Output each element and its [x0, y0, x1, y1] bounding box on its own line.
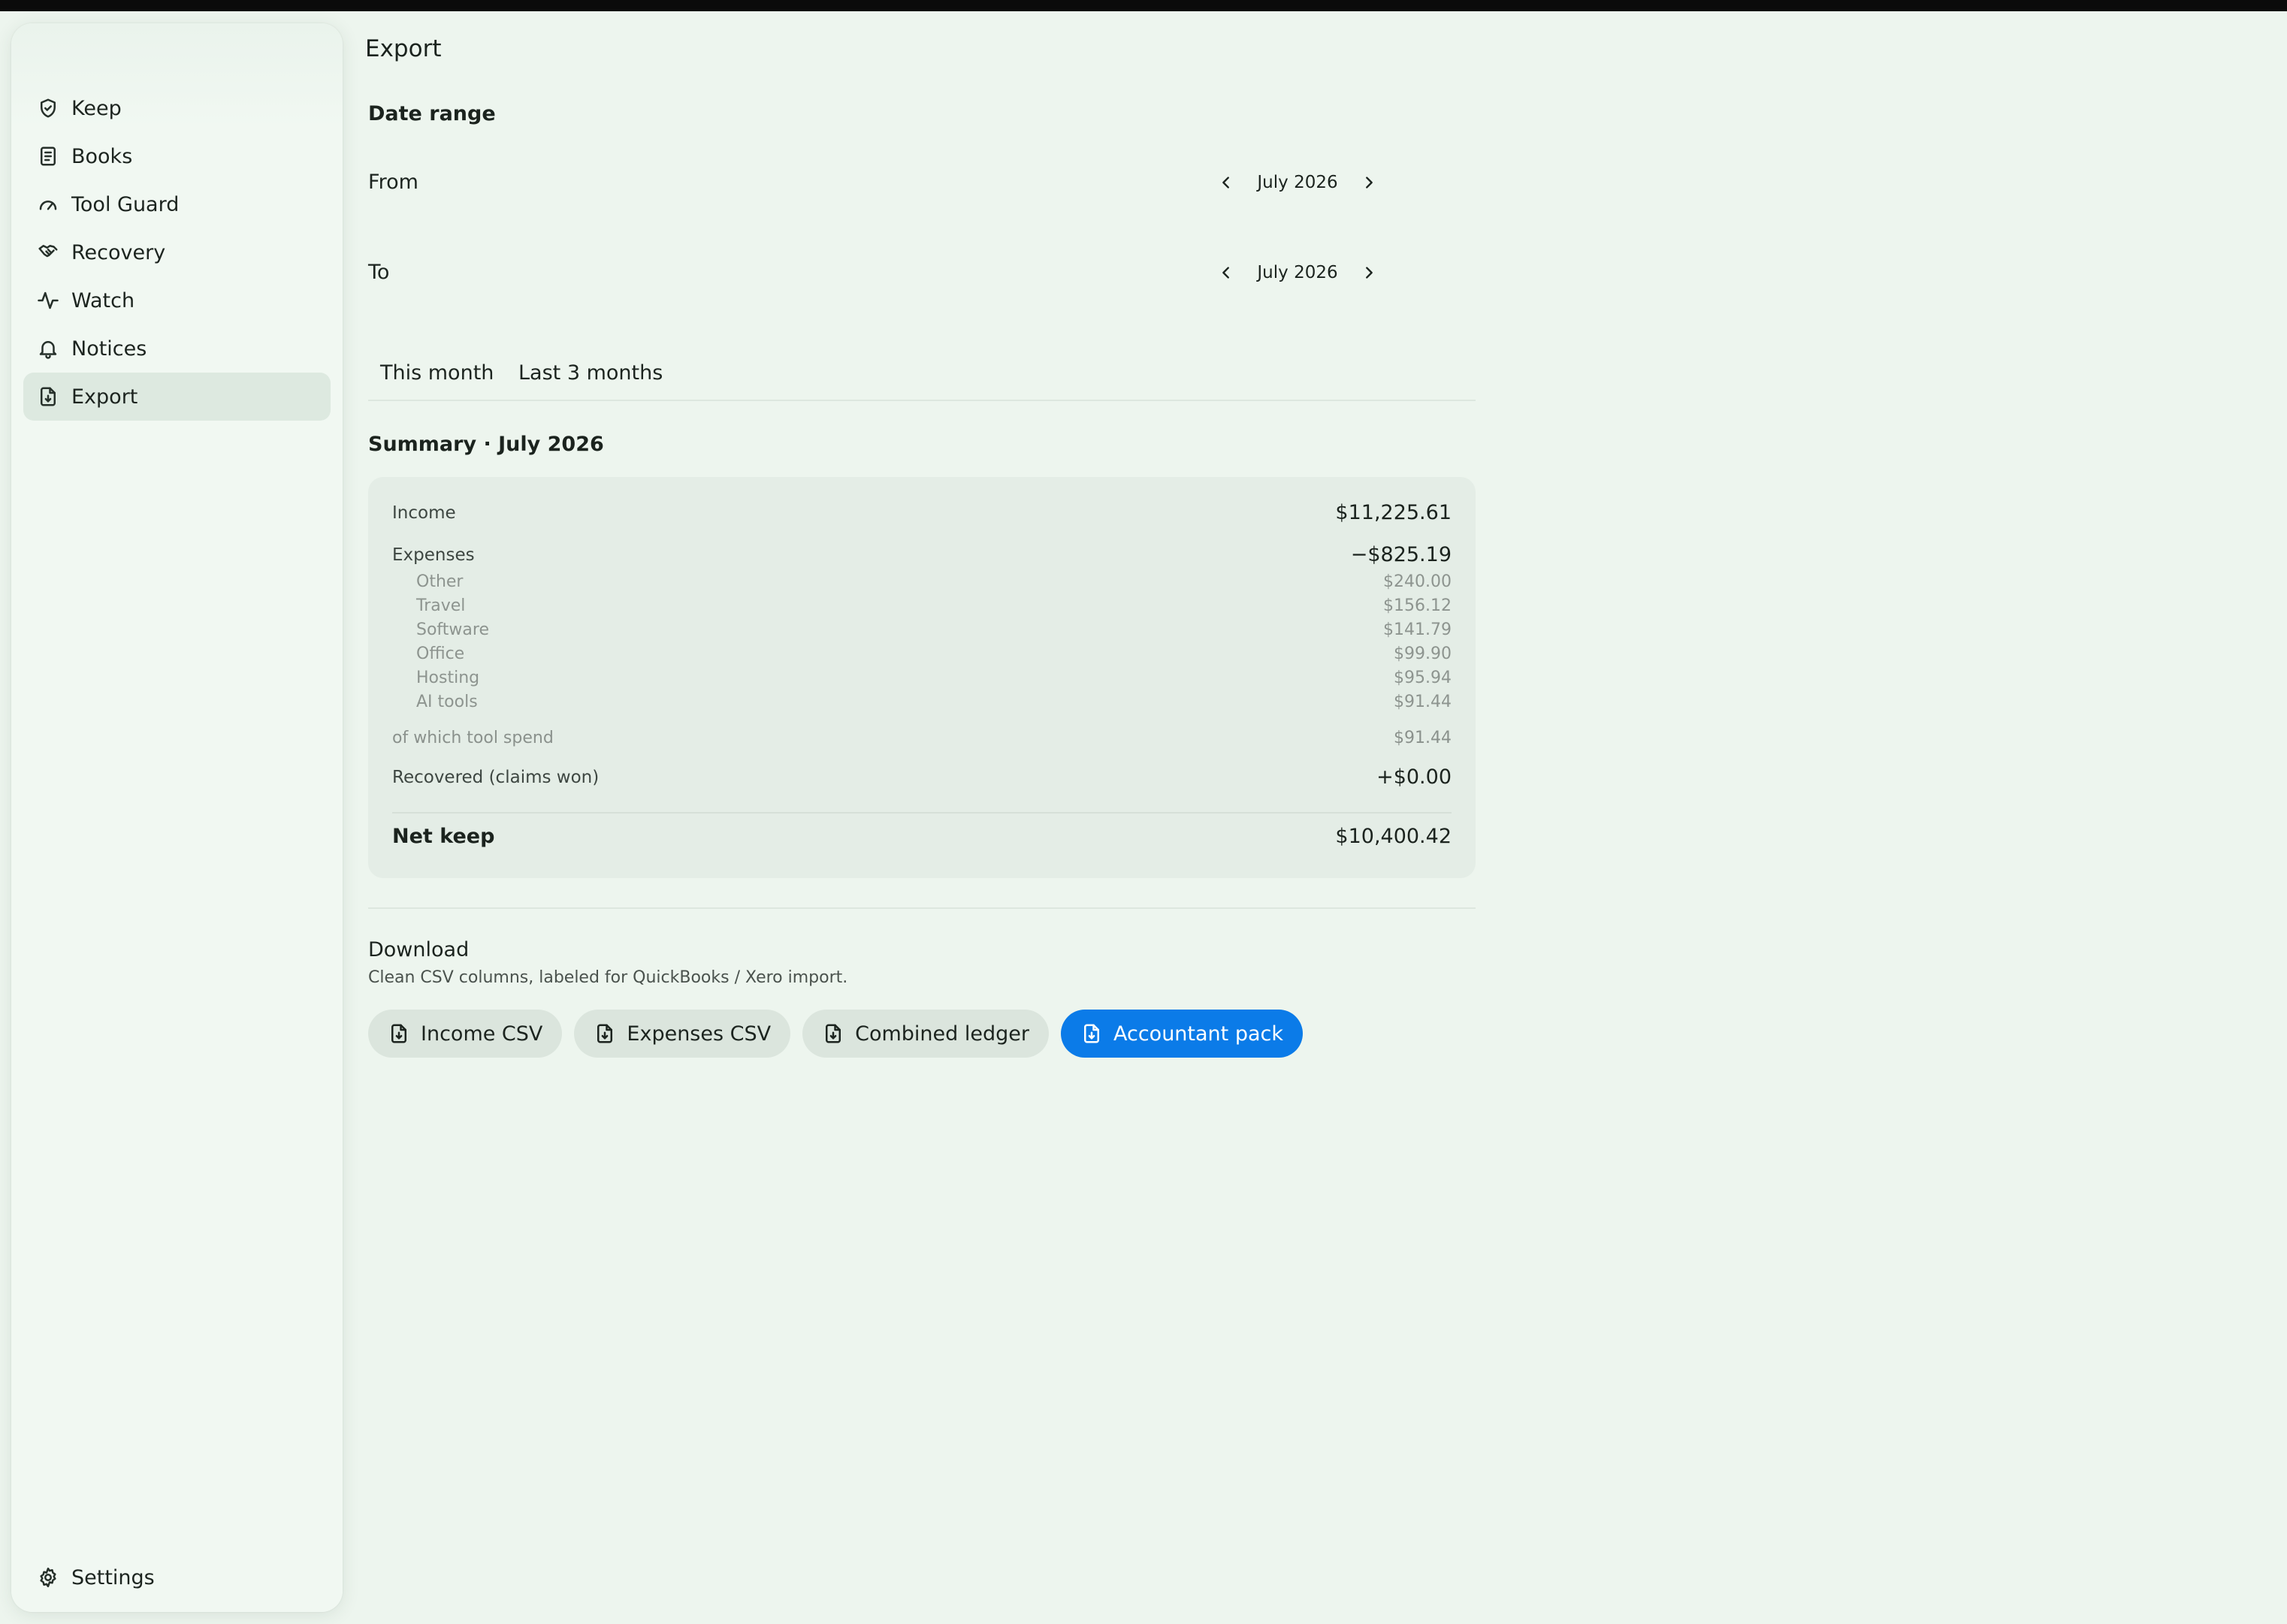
- expense-category-row: AI tools $91.44: [416, 693, 1452, 711]
- category-label: Office: [416, 644, 465, 663]
- file-download-icon: [822, 1022, 844, 1045]
- expense-category-row: Office $99.90: [416, 644, 1452, 663]
- sidebar-item-recovery[interactable]: Recovery: [23, 228, 331, 276]
- summary-income-row: Income $11,225.61: [392, 501, 1452, 524]
- category-value: $95.94: [1394, 669, 1452, 687]
- to-label: To: [368, 261, 390, 284]
- sidebar-item-label: Books: [71, 144, 133, 168]
- category-value: $156.12: [1383, 596, 1452, 615]
- sidebar-item-settings[interactable]: Settings: [37, 1553, 155, 1601]
- button-label: Combined ledger: [855, 1022, 1029, 1046]
- from-prev-month-button[interactable]: [1211, 166, 1241, 199]
- expenses-value: −$825.19: [1350, 543, 1452, 566]
- chevron-right-icon: [1361, 174, 1377, 191]
- sidebar-item-export[interactable]: Export: [23, 373, 331, 421]
- to-month-value: July 2026: [1257, 263, 1338, 282]
- download-subtitle: Clean CSV columns, labeled for QuickBook…: [368, 968, 848, 987]
- tool-spend-row: of which tool spend $91.44: [392, 729, 1452, 747]
- sidebar-item-label: Recovery: [71, 240, 166, 264]
- net-keep-row: Net keep $10,400.42: [392, 825, 1452, 848]
- divider: [368, 907, 1476, 909]
- category-label: Travel: [416, 596, 466, 615]
- expenses-label: Expenses: [392, 545, 475, 565]
- file-download-icon: [1080, 1022, 1103, 1045]
- income-label: Income: [392, 503, 456, 523]
- category-value: $141.79: [1383, 620, 1452, 639]
- gauge-icon: [37, 193, 59, 216]
- sidebar-item-tool-guard[interactable]: Tool Guard: [23, 180, 331, 228]
- category-label: Hosting: [416, 669, 480, 687]
- download-buttons: Income CSV Expenses CSV Combined ledger …: [368, 1010, 1303, 1058]
- settings-label: Settings: [71, 1565, 155, 1589]
- sidebar-item-keep[interactable]: Keep: [23, 84, 331, 132]
- category-value: $240.00: [1383, 572, 1452, 591]
- file-download-icon: [594, 1022, 616, 1045]
- summary-card: Income $11,225.61 Expenses −$825.19 Othe…: [368, 477, 1476, 878]
- chevron-left-icon: [1218, 264, 1234, 281]
- book-icon: [37, 145, 59, 168]
- window-top-bar: [0, 0, 2287, 11]
- category-label: Other: [416, 572, 464, 591]
- recovered-row: Recovered (claims won) +$0.00: [392, 765, 1452, 789]
- shield-check-icon: [37, 97, 59, 119]
- preset-this-month[interactable]: This month: [368, 355, 506, 391]
- recovered-label: Recovered (claims won): [392, 767, 600, 787]
- date-range-title: Date range: [368, 102, 496, 125]
- sidebar-item-books[interactable]: Books: [23, 132, 331, 180]
- recovered-value: +$0.00: [1376, 765, 1452, 789]
- net-keep-value: $10,400.42: [1335, 825, 1452, 848]
- from-next-month-button[interactable]: [1354, 166, 1384, 199]
- category-label: Software: [416, 620, 489, 639]
- summary-divider: [392, 812, 1452, 814]
- sidebar-item-label: Watch: [71, 288, 135, 312]
- net-keep-label: Net keep: [392, 825, 495, 848]
- sidebar-item-label: Notices: [71, 337, 147, 361]
- to-month-picker: July 2026: [1211, 256, 1384, 289]
- tool-spend-value: $91.44: [1394, 729, 1452, 747]
- sidebar-nav: Keep Books Tool Guard Recovery Watch Not…: [23, 84, 331, 421]
- accountant-pack-button[interactable]: Accountant pack: [1060, 1010, 1303, 1058]
- category-value: $91.44: [1394, 693, 1452, 711]
- from-label: From: [368, 171, 418, 194]
- sidebar-item-label: Tool Guard: [71, 192, 180, 216]
- handshake-icon: [37, 241, 59, 264]
- to-prev-month-button[interactable]: [1211, 256, 1241, 289]
- gear-icon: [37, 1566, 59, 1589]
- to-next-month-button[interactable]: [1354, 256, 1384, 289]
- tool-spend-label: of which tool spend: [392, 729, 554, 747]
- file-download-icon: [37, 385, 59, 408]
- chevron-left-icon: [1218, 174, 1234, 191]
- expense-category-row: Hosting $95.94: [416, 669, 1452, 687]
- summary-expenses-row: Expenses −$825.19: [392, 543, 1452, 566]
- sidebar-item-label: Keep: [71, 96, 122, 120]
- expense-category-row: Other $240.00: [416, 572, 1452, 591]
- button-label: Accountant pack: [1113, 1022, 1283, 1046]
- combined-ledger-button[interactable]: Combined ledger: [802, 1010, 1049, 1058]
- sidebar-item-label: Export: [71, 385, 138, 409]
- download-title: Download: [368, 938, 470, 961]
- activity-icon: [37, 289, 59, 312]
- income-value: $11,225.61: [1335, 501, 1452, 524]
- button-label: Income CSV: [421, 1022, 543, 1046]
- bell-icon: [37, 337, 59, 360]
- expense-category-row: Travel $156.12: [416, 596, 1452, 615]
- category-value: $99.90: [1394, 644, 1452, 663]
- file-download-icon: [388, 1022, 410, 1045]
- category-label: AI tools: [416, 693, 478, 711]
- income-csv-button[interactable]: Income CSV: [368, 1010, 563, 1058]
- expense-category-row: Software $141.79: [416, 620, 1452, 639]
- divider: [368, 400, 1476, 401]
- sidebar-item-watch[interactable]: Watch: [23, 276, 331, 324]
- from-month-picker: July 2026: [1211, 166, 1384, 199]
- from-month-value: July 2026: [1257, 173, 1338, 192]
- summary-title: Summary · July 2026: [368, 433, 604, 456]
- button-label: Expenses CSV: [627, 1022, 772, 1046]
- page-title: Export: [365, 35, 442, 62]
- preset-last-3-months[interactable]: Last 3 months: [506, 355, 675, 391]
- sidebar-item-notices[interactable]: Notices: [23, 324, 331, 373]
- chevron-right-icon: [1361, 264, 1377, 281]
- expenses-csv-button[interactable]: Expenses CSV: [574, 1010, 791, 1058]
- sidebar: Keep Books Tool Guard Recovery Watch Not…: [11, 23, 343, 1612]
